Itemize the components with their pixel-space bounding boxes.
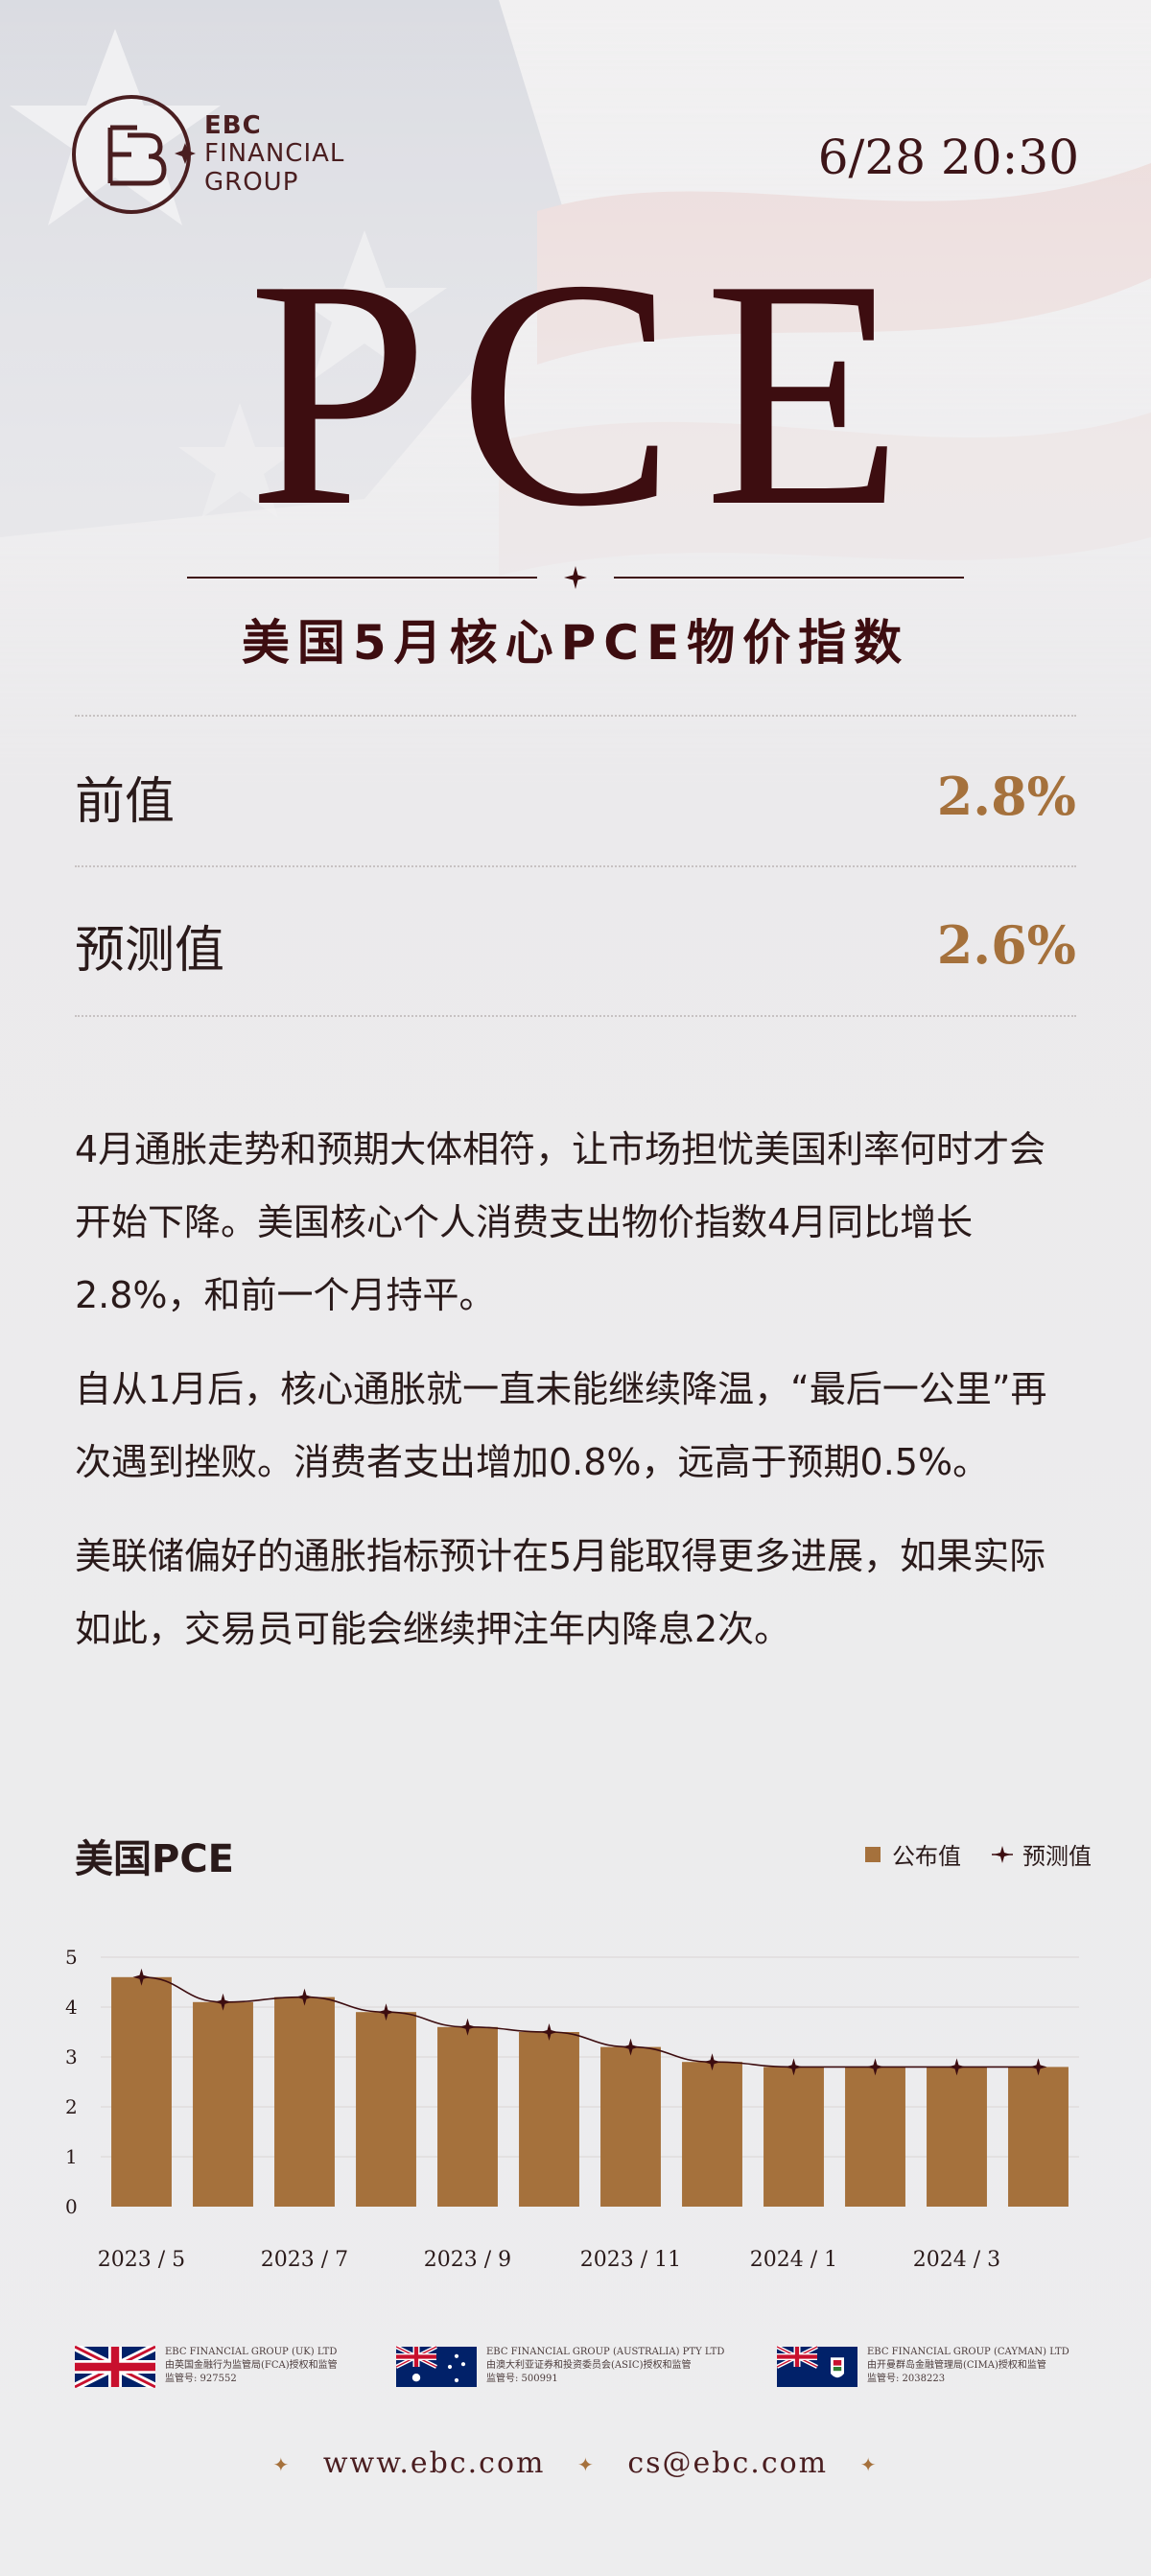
paragraph: 自从1月后，核心通胀就一直未能继续降温，“最后一公里”再次遇到挫败。消费者支出增…: [75, 1368, 1047, 1483]
regulator-desc: 由开曼群岛金融管理局(CIMA)授权和监管: [867, 2360, 1046, 2371]
divider: [75, 865, 1076, 867]
website-link[interactable]: www.ebc.com: [323, 2446, 546, 2480]
sparkle-icon: ✦: [859, 2453, 879, 2476]
bar: [1008, 2067, 1069, 2207]
bar: [111, 1976, 172, 2207]
stat-previous: 前值 2.8%: [75, 724, 1076, 868]
stat-value: 2.8%: [936, 766, 1076, 827]
regulator-desc: 由澳大利亚证券和投资委员会(ASIC)授权和监管: [486, 2360, 692, 2371]
sparkle-icon: [564, 566, 587, 589]
uk-flag-icon: [75, 2346, 155, 2388]
legend-label: 公布值: [892, 1843, 961, 1870]
bar: [519, 2032, 579, 2207]
email-link[interactable]: cs@ebc.com: [627, 2446, 828, 2480]
regulator-cayman: EBC FINANCIAL GROUP (CAYMAN) LTD 由开曼群岛金融…: [777, 2346, 1069, 2388]
logo-line-group: GROUP: [204, 167, 299, 197]
bar: [682, 2062, 742, 2207]
x-tick-label: 2023 / 11: [580, 2248, 681, 2272]
legend-swatch-bar: [865, 1846, 881, 1862]
regulator-name: EBC FINANCIAL GROUP (AUSTRALIA) PTY LTD: [486, 2347, 725, 2357]
regulator-uk: EBC FINANCIAL GROUP (UK) LTD 由英国金融行为监管局(…: [75, 2346, 338, 2388]
chart-legend: 公布值 预测值: [834, 1837, 1092, 1871]
stat-value: 2.6%: [936, 914, 1076, 976]
page-title: PCE: [247, 212, 932, 574]
ebc-logo-icon: [72, 95, 196, 214]
logo-line-financial: FINANCIAL: [204, 139, 345, 169]
page-subtitle: 美国5月核心PCE物价指数: [241, 615, 910, 671]
regulator-number: 监管号: 2038223: [867, 2374, 946, 2384]
title-divider: [187, 566, 964, 589]
legend-label: 预测值: [1022, 1843, 1092, 1870]
bar: [356, 2012, 416, 2207]
divider: [75, 715, 1076, 717]
cayman-flag-icon: [777, 2346, 857, 2387]
bar: [845, 2067, 905, 2207]
australia-flag-icon: [396, 2346, 477, 2387]
sparkle-icon: ✦: [272, 2453, 292, 2476]
chart-title: 美国PCE: [75, 1837, 234, 1881]
header: EBC FINANCIAL GROUP 6/28 20:30: [72, 91, 1079, 225]
bar: [927, 2067, 987, 2207]
y-tick-label: 4: [65, 1996, 78, 2019]
x-tick-label: 2023 / 5: [98, 2248, 185, 2272]
regulator-desc: 由英国金融行为监管局(FCA)授权和监管: [165, 2360, 338, 2371]
ebc-logo[interactable]: EBC FINANCIAL GROUP: [72, 91, 344, 218]
regulator-footer: EBC FINANCIAL GROUP (UK) LTD 由英国金融行为监管局(…: [75, 2346, 1092, 2403]
bar: [437, 2026, 498, 2207]
bar: [274, 1997, 335, 2207]
sparkle-icon: ✦: [577, 2453, 596, 2476]
stat-label: 前值: [75, 772, 176, 831]
y-tick-label: 2: [65, 2095, 78, 2118]
chart-header: 美国PCE 公布值 预测值: [75, 1828, 1092, 1885]
bar: [600, 2046, 661, 2207]
article-body: 4月通胀走势和预期大体相符，让市场担忧美国利率何时才会开始下降。美国核心个人消费…: [75, 1113, 1082, 1687]
regulator-number: 监管号: 927552: [165, 2374, 237, 2384]
bar: [763, 2067, 824, 2207]
regulator-australia: EBC FINANCIAL GROUP (AUSTRALIA) PTY LTD …: [396, 2346, 724, 2388]
regulator-number: 监管号: 500991: [486, 2374, 558, 2384]
y-tick-label: 5: [65, 1946, 78, 1969]
legend-item-forecast: 预测值: [992, 1837, 1092, 1871]
paragraph: 美联储偏好的通胀指标预计在5月能取得更多进展，如果实际如此，交易员可能会继续押注…: [75, 1535, 1046, 1650]
divider: [75, 1015, 1076, 1017]
pce-chart: 0 1 2 3 4 5 2023 / 5 2023 / 7 2023 / 9 2023 / 11 2…: [65, 1946, 1079, 2272]
x-tick-label: 2023 / 9: [424, 2248, 511, 2272]
regulator-name: EBC FINANCIAL GROUP (CAYMAN) LTD: [867, 2347, 1069, 2357]
paragraph: 4月通胀走势和预期大体相符，让市场担忧美国利率何时才会开始下降。美国核心个人消费…: [75, 1128, 1046, 1316]
logo-line-ebc: EBC: [204, 111, 262, 141]
stat-label: 预测值: [75, 921, 225, 980]
y-tick-label: 0: [65, 2195, 78, 2218]
y-tick-label: 3: [65, 2045, 78, 2068]
forecast-marker-icon: [992, 1845, 1013, 1863]
stat-forecast: 预测值 2.6%: [75, 873, 1076, 1017]
regulator-name: EBC FINANCIAL GROUP (UK) LTD: [165, 2347, 338, 2357]
bar: [193, 2001, 253, 2207]
release-datetime: 6/28 20:30: [817, 130, 1079, 185]
legend-item-published: 公布值: [865, 1837, 961, 1871]
y-tick-label: 1: [65, 2145, 78, 2168]
x-tick-label: 2024 / 3: [913, 2248, 1000, 2272]
x-tick-label: 2024 / 1: [750, 2248, 837, 2272]
contact-bar: ✦ www.ebc.com ✦ cs@ebc.com ✦: [0, 2446, 1151, 2480]
x-tick-label: 2023 / 7: [261, 2248, 348, 2272]
